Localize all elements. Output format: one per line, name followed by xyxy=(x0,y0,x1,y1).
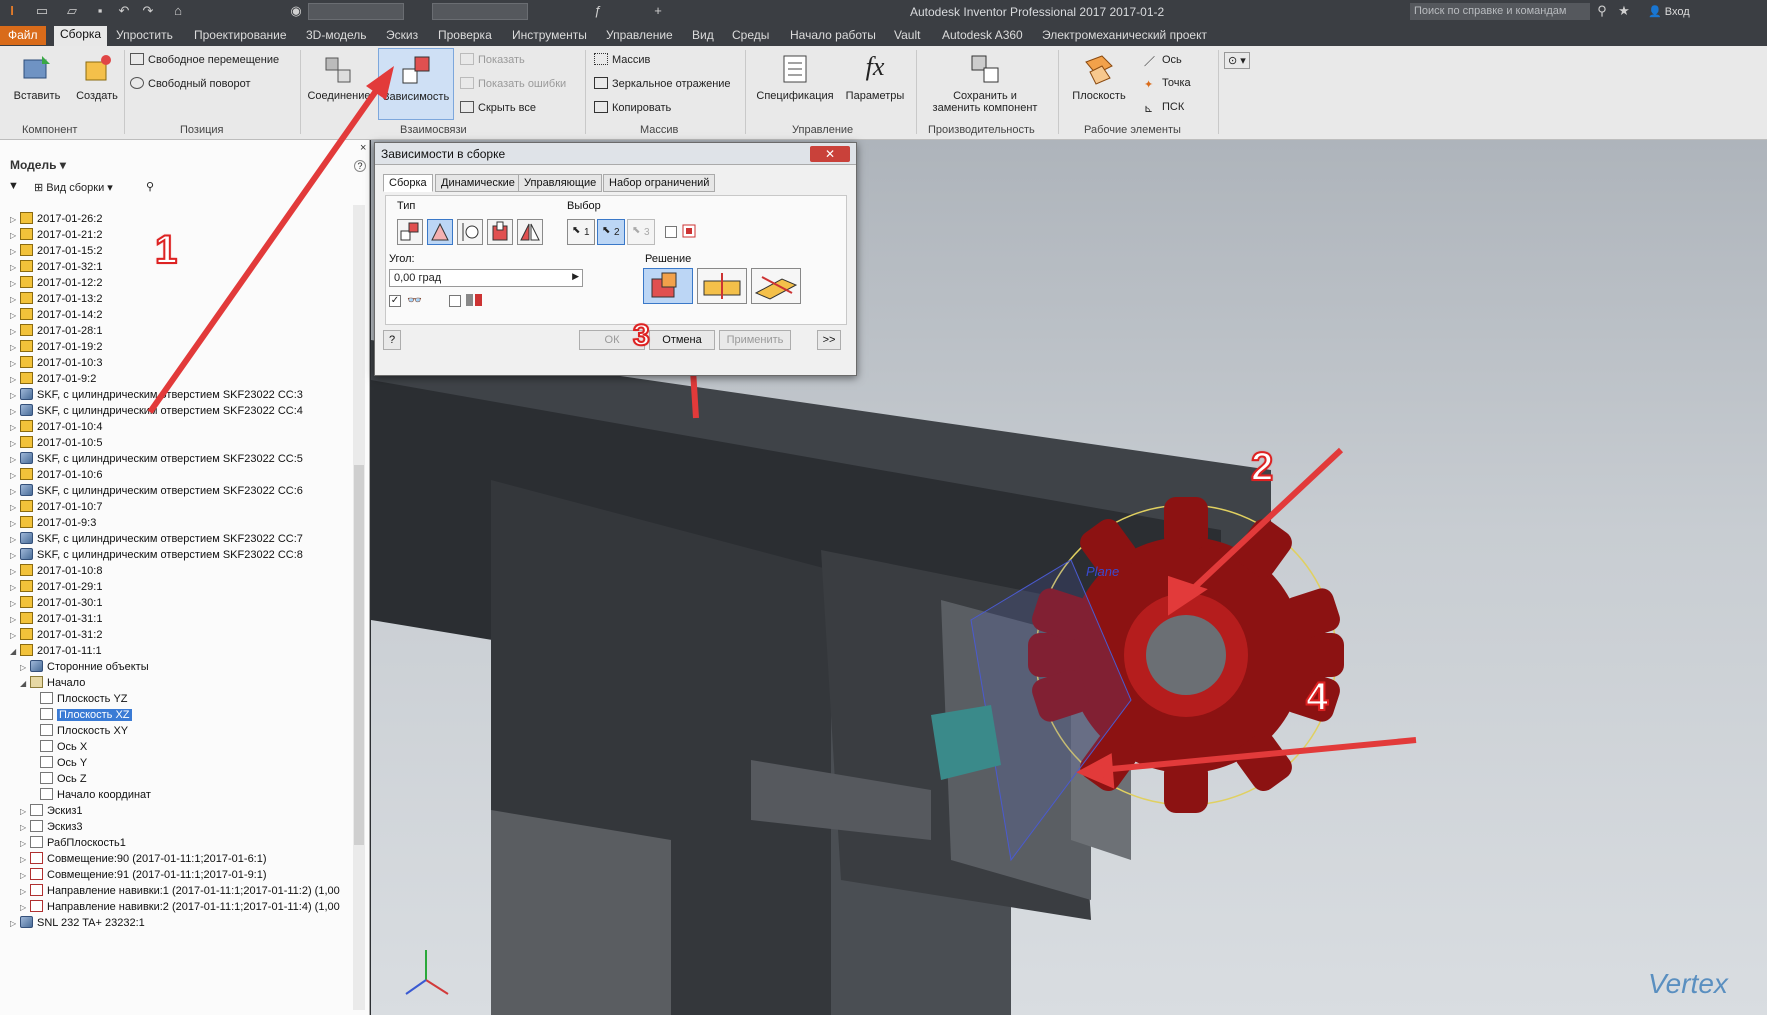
tangent-type-button[interactable] xyxy=(457,219,483,245)
cancel-button[interactable]: Отмена xyxy=(649,330,715,350)
pick-part-first-icon xyxy=(681,223,697,239)
type-label: Тип xyxy=(397,200,416,212)
tangent-icon xyxy=(462,223,479,241)
directed-angle-solution[interactable] xyxy=(643,268,693,304)
tab-assembly[interactable]: Сборка xyxy=(383,174,433,192)
cursor-icon: ⬉ xyxy=(572,225,581,236)
cursor-icon: ⬉ xyxy=(632,225,641,236)
undirected-angle-icon xyxy=(703,273,741,299)
angle-input[interactable]: 0,00 град ▶ xyxy=(389,269,583,287)
tab-motion[interactable]: Динамические xyxy=(435,174,521,192)
directed-angle-icon xyxy=(651,272,677,298)
arrow-1-line xyxy=(147,86,381,414)
predict-offset-icon xyxy=(465,293,483,307)
symmetry-icon xyxy=(520,223,540,241)
insert-type-button[interactable] xyxy=(487,219,513,245)
watermark-logo: Vertex xyxy=(1648,968,1728,999)
help-button[interactable]: ? xyxy=(383,330,401,350)
insert-constraint-icon xyxy=(492,221,508,241)
select-1-button[interactable]: ⬉ 1 xyxy=(567,219,595,245)
solution-label: Решение xyxy=(645,253,692,265)
glasses-icon: 👓 xyxy=(407,293,422,307)
angle-label: Угол: xyxy=(389,253,415,265)
predict-offset-checkbox[interactable] xyxy=(449,295,461,307)
chevron-right-icon[interactable]: ▶ xyxy=(572,271,579,282)
arrow-1-overlay xyxy=(147,66,394,414)
dialog-close-button[interactable]: ✕ xyxy=(810,146,850,162)
preview-checkbox[interactable]: ✓ xyxy=(389,295,401,307)
explicit-reference-icon xyxy=(754,276,798,300)
select-2-button[interactable]: ⬉ 2 xyxy=(597,219,625,245)
explicit-reference-solution[interactable] xyxy=(751,268,801,304)
dialog-title: Зависимости в сборке xyxy=(375,143,856,165)
callout-3: 3 xyxy=(632,318,651,353)
select-3-label: 3 xyxy=(644,227,650,238)
pick-part-first-checkbox[interactable] xyxy=(665,226,677,238)
tab-constraint-set[interactable]: Набор ограничений xyxy=(603,174,716,192)
callout-1: 1 xyxy=(154,227,178,273)
select-2-label: 2 xyxy=(614,227,620,238)
close-icon: ✕ xyxy=(824,147,836,161)
selection-label: Выбор xyxy=(567,200,601,212)
angle-type-button[interactable] xyxy=(427,219,453,245)
angle-value: 0,00 град xyxy=(394,272,442,284)
select-1-label: 1 xyxy=(584,227,590,238)
cursor-icon: ⬉ xyxy=(602,225,611,236)
symmetry-type-button[interactable] xyxy=(517,219,543,245)
select-3-button[interactable]: ⬉ 3 xyxy=(627,219,655,245)
apply-button[interactable]: Применить xyxy=(719,330,791,350)
undirected-angle-solution[interactable] xyxy=(697,268,747,304)
mate-type-button[interactable] xyxy=(397,219,423,245)
angle-icon xyxy=(431,222,449,241)
assembly-constraint-dialog: Зависимости в сборке ✕ Сборка Динамическ… xyxy=(374,142,857,376)
tab-transitional[interactable]: Управляющие xyxy=(518,174,603,192)
more-button[interactable]: >> xyxy=(817,330,841,350)
mate-icon xyxy=(400,222,419,241)
